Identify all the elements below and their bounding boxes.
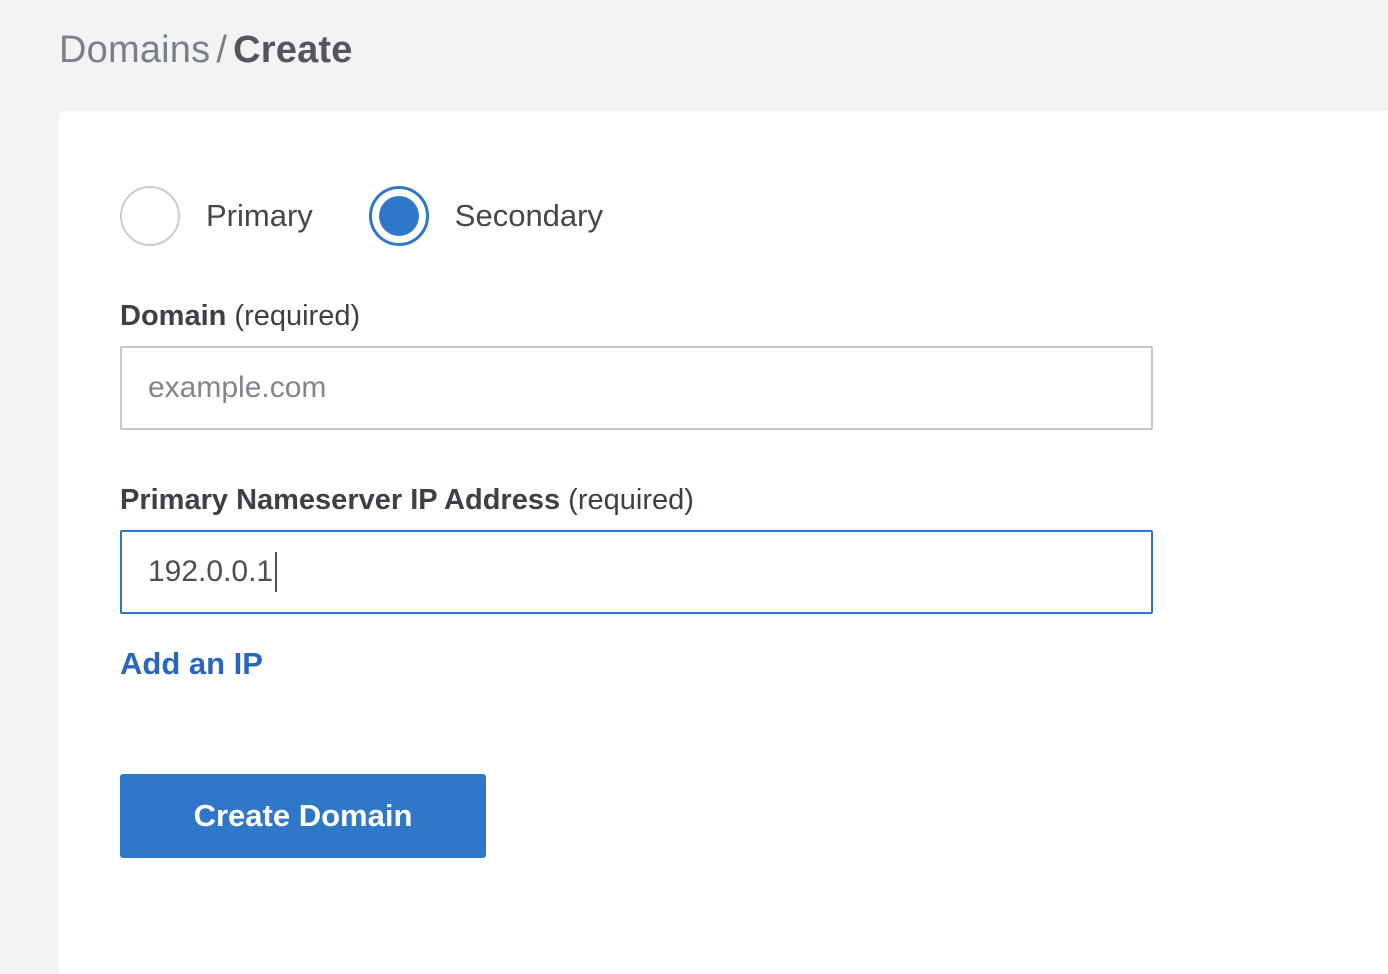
domain-type-radio-group: Primary Secondary	[120, 186, 1388, 246]
radio-primary-unselected[interactable]	[120, 186, 180, 246]
nameserver-ip-value: 192.0.0.1	[148, 555, 273, 589]
domain-input[interactable]	[120, 346, 1153, 430]
nameserver-ip-field-label: Primary Nameserver IP Address (required)	[120, 480, 1153, 520]
add-an-ip-link[interactable]: Add an IP	[120, 646, 263, 682]
radio-secondary-selected[interactable]	[369, 186, 429, 246]
domain-field-label: Domain (required)	[120, 296, 1153, 336]
create-domain-button[interactable]: Create Domain	[120, 774, 486, 858]
radio-option-secondary[interactable]: Secondary	[369, 186, 603, 246]
create-domain-form-card: Primary Secondary Domain (required) Prim…	[59, 111, 1388, 974]
breadcrumb-separator: /	[210, 29, 233, 71]
nameserver-ip-required-note: (required)	[568, 484, 694, 516]
domain-label-text: Domain	[120, 300, 226, 332]
breadcrumb-domains[interactable]: Domains	[59, 29, 210, 71]
nameserver-ip-input[interactable]: 192.0.0.1	[120, 530, 1153, 614]
radio-secondary-label: Secondary	[455, 198, 603, 234]
radio-option-primary[interactable]: Primary	[120, 186, 313, 246]
domain-field-group: Domain (required)	[120, 296, 1153, 430]
breadcrumb-create: Create	[233, 29, 353, 71]
nameserver-ip-field-group: Primary Nameserver IP Address (required)…	[120, 480, 1153, 614]
domain-required-note: (required)	[234, 300, 360, 332]
breadcrumb: Domains/Create	[59, 26, 1388, 74]
text-cursor	[275, 552, 277, 592]
nameserver-ip-label-text: Primary Nameserver IP Address	[120, 484, 560, 516]
radio-primary-label: Primary	[206, 198, 313, 234]
page-header: Domains/Create	[0, 0, 1388, 111]
